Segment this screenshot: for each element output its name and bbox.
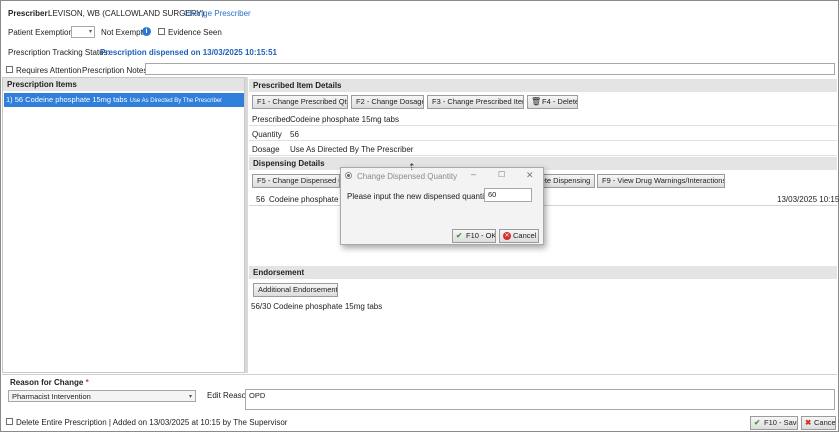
change-prescribed-qty-button[interactable]: F1 - Change Prescribed Qty [252, 95, 348, 109]
dialog-cancel-button[interactable]: ✕ Cancel [499, 229, 539, 243]
evidence-seen-checkbox[interactable] [158, 28, 165, 35]
tracking-status-value: Prescription dispensed on 13/03/2025 10:… [100, 48, 277, 57]
prescription-items-title: Prescription Items [3, 78, 244, 91]
dialog-cancel-label: Cancel [513, 231, 537, 240]
required-mark: * [85, 378, 89, 387]
prescribed-value: Codeine phosphate 15mg tabs [290, 115, 399, 124]
prescribed-item-details-title: Prescribed Item Details [249, 79, 837, 92]
dosage-value: Use As Directed By The Prescriber [290, 145, 414, 154]
change-dispensed-quantity-dialog: Change Dispensed Quantity – ☐ ✕ Please i… [340, 167, 544, 245]
prescriber-label: Prescriber: [8, 9, 51, 18]
check-icon: ✔ [754, 418, 761, 427]
requires-attention-label: Requires Attention [16, 66, 82, 75]
endorsement-title: Endorsement [249, 266, 837, 279]
edit-reason-input[interactable]: OPD [245, 389, 835, 410]
patient-exemption-select[interactable]: ▾ [71, 26, 95, 38]
reason-for-change-select[interactable]: Pharmacist Intervention ▾ [8, 390, 196, 402]
prescriber-value: LEVISON, WB (CALLOWLAND SURGERY) [48, 9, 205, 18]
dispensed-quantity-input[interactable]: 60 [484, 188, 532, 202]
close-icon: ✕ [503, 232, 511, 240]
prescribed-row: Prescribed Codeine phosphate 15mg tabs [249, 112, 837, 126]
requires-attention-checkbox[interactable] [6, 66, 13, 73]
tracking-status-label: Prescription Tracking Status: [8, 48, 110, 57]
view-drug-warnings-button[interactable]: F9 - View Drug Warnings/Interactions [597, 174, 725, 188]
dialog-ok-button[interactable]: ✔ F10 - OK [452, 229, 496, 243]
dialog-prompt: Please input the new dispensed quantity. [347, 192, 492, 201]
splitter-handle[interactable] [245, 77, 248, 373]
reason-for-change-label: Reason for Change * [10, 378, 89, 387]
prescription-notes-label: Prescription Notes [82, 66, 148, 75]
dialog-ok-label: F10 - OK [466, 231, 496, 240]
dialog-app-icon [345, 172, 352, 179]
delete-entire-prescription-label: Delete Entire Prescription | Added on 13… [16, 418, 288, 427]
prescription-notes-input[interactable] [145, 63, 835, 75]
reason-for-change-text: Reason for Change [10, 378, 84, 387]
dispensing-row-qty: 56 [256, 195, 265, 204]
cancel-button-label: Cancel [814, 418, 836, 427]
info-icon[interactable]: i [142, 27, 151, 36]
change-prescriber-link[interactable]: Change Prescriber [184, 9, 251, 18]
change-prescribed-item-button[interactable]: F3 - Change Prescribed Item [427, 95, 524, 109]
trash-icon: 🗑 [531, 97, 542, 106]
chevron-down-icon: ▾ [188, 394, 192, 400]
quantity-row: Quantity 56 [249, 127, 837, 141]
prescription-item-main: 1) 56 Codeine phosphate 15mg tabs [6, 95, 128, 104]
delete-dispensing-button[interactable]: lete Dispensing [536, 174, 595, 188]
patient-exemption-label: Patient Exemption: [8, 28, 76, 37]
cancel-button[interactable]: ✖ Cancel [801, 416, 836, 430]
footer-divider [2, 374, 837, 375]
prescribed-label: Prescribed [252, 115, 291, 124]
maximize-icon[interactable]: ☐ [498, 170, 505, 179]
quantity-label: Quantity [252, 130, 282, 139]
prescription-item[interactable]: 1) 56 Codeine phosphate 15mg tabs Use As… [4, 93, 244, 107]
evidence-seen-label: Evidence Seen [168, 28, 222, 37]
close-icon[interactable]: ✕ [526, 170, 534, 181]
additional-endorsements-button[interactable]: Additional Endorsements [253, 283, 338, 297]
dosage-label: Dosage [252, 145, 280, 154]
dispensing-row-name: Codeine phosphate 15 [269, 195, 350, 204]
delete-entire-prescription-checkbox[interactable] [6, 418, 13, 425]
delete-item-label: F4 - Delete [542, 97, 578, 106]
prescription-items-panel [2, 77, 245, 373]
dosage-row: Dosage Use As Directed By The Prescriber [249, 142, 837, 156]
reason-for-change-value: Pharmacist Intervention [12, 392, 91, 401]
mouse-cursor-icon: ⇡ [408, 162, 416, 172]
quantity-value: 56 [290, 130, 299, 139]
dialog-title: Change Dispensed Quantity [357, 172, 458, 181]
dispensing-row-date: 13/03/2025 10:15 [777, 195, 839, 204]
change-dosage-button[interactable]: F2 - Change Dosage [351, 95, 424, 109]
prescription-item-sub: Use As Directed By The Prescriber [129, 98, 223, 104]
save-button-label: F10 - Save [764, 418, 798, 427]
save-button[interactable]: ✔ F10 - Save [750, 416, 798, 430]
close-icon: ✖ [805, 418, 812, 427]
not-exempt-label: Not Exempt [101, 28, 143, 37]
change-dispensed-qty-button[interactable]: F5 - Change Dispensed Q [252, 174, 340, 188]
check-icon: ✔ [456, 231, 463, 240]
minimize-icon[interactable]: – [471, 169, 476, 179]
chevron-down-icon: ▾ [88, 29, 92, 35]
endorsement-text: 56/30 Codeine phosphate 15mg tabs [251, 302, 383, 311]
delete-item-button[interactable]: 🗑 F4 - Delete [527, 95, 578, 109]
